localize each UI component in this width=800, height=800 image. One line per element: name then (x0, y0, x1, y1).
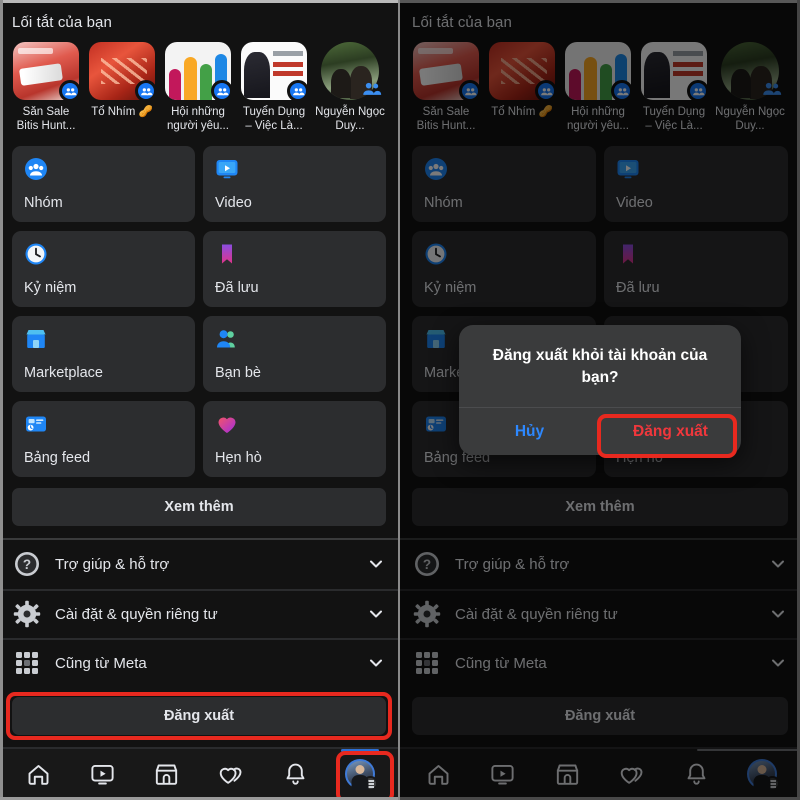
shortcut-item[interactable]: Tổ Nhím 🥜 (88, 42, 157, 134)
dialog-cancel-button[interactable]: Hủy (459, 408, 600, 455)
nav-home[interactable] (13, 751, 63, 797)
svg-text:?: ? (23, 557, 31, 572)
tile-label: Bạn bè (215, 364, 261, 381)
tile-label: Bảng feed (24, 449, 91, 466)
tile-nhom[interactable]: Nhóm (12, 145, 195, 222)
accordion-item-settings[interactable]: Cài đặt & quyền riêng tư (0, 588, 398, 638)
chevron-down-icon[interactable] (368, 655, 384, 671)
tile-label: Kỷ niệm (24, 279, 77, 296)
friends-icon (215, 327, 239, 351)
nav-profile[interactable] (335, 749, 385, 797)
profile-menu-chip-icon (362, 776, 378, 792)
accordion-section: ? Trợ giúp & hỗ trợ Cài đặt & quyền riên… (0, 539, 398, 687)
see-more-button[interactable]: Xem thêm (12, 487, 386, 526)
tile-ban-be[interactable]: Bạn bè (203, 315, 386, 392)
tile-label: Đã lưu (215, 279, 259, 296)
shortcut-item[interactable]: Săn Sale Bitis Hunt... (12, 42, 81, 134)
tile-marketplace[interactable]: Marketplace (12, 315, 195, 392)
tile-da-luu[interactable]: Đã lưu (203, 230, 386, 307)
tile-label: Nhóm (24, 194, 63, 211)
profile-avatar-icon[interactable] (344, 759, 378, 792)
marketplace-storefront-icon (24, 327, 48, 351)
dual-screenshot-stage: Lối tắt của bạn Săn Sale Bitis Hunt... T… (0, 0, 800, 800)
nav-notifications[interactable] (270, 751, 320, 797)
tile-label: Video (215, 194, 252, 211)
video-icon (215, 157, 239, 181)
see-more-wrap: Xem thêm (0, 477, 398, 538)
shortcut-thumb-wrap (165, 42, 233, 102)
shortcut-thumb-wrap (241, 42, 309, 102)
group-badge-icon (287, 80, 309, 102)
accordion-item-help[interactable]: ? Trợ giúp & hỗ trợ (0, 540, 398, 589)
logout-button[interactable]: Đăng xuất (12, 696, 386, 735)
tile-video[interactable]: Video (203, 145, 386, 222)
chevron-down-icon[interactable] (368, 556, 384, 572)
group-badge-icon (361, 78, 383, 100)
groups-icon (24, 157, 48, 181)
bottom-navigation-bar (0, 746, 398, 800)
tile-label: Marketplace (24, 364, 103, 381)
settings-gear-icon (12, 599, 42, 629)
accordion-label: Trợ giúp & hỗ trợ (55, 555, 170, 573)
left-phone-screen: Lối tắt của bạn Săn Sale Bitis Hunt... T… (0, 0, 400, 800)
shortcut-label: Săn Sale Bitis Hunt... (16, 106, 76, 133)
logout-wrap: Đăng xuất (0, 687, 398, 747)
accordion-label: Cài đặt & quyền riêng tư (55, 605, 218, 623)
screen-top-edge (0, 0, 398, 3)
menu-tiles-grid: Nhóm Video Kỷ niệm (0, 142, 398, 477)
shortcuts-title: Lối tắt của bạn (12, 14, 112, 31)
tile-ky-niem[interactable]: Kỷ niệm (12, 230, 195, 307)
shortcut-item[interactable]: Hội những người yêu... (164, 42, 233, 134)
feeds-icon (24, 412, 48, 436)
dialog-confirm-highlight (597, 414, 737, 458)
active-tab-indicator (340, 749, 379, 753)
group-badge-icon (135, 80, 157, 102)
memories-clock-icon (24, 242, 48, 266)
shortcut-label: Tuyển Dụng – Việc Là... (242, 106, 306, 133)
shortcut-label: Hội những người yêu... (167, 106, 229, 133)
group-badge-icon (59, 80, 81, 102)
accordion-item-meta[interactable]: Cũng từ Meta (0, 637, 398, 687)
shortcut-label: Tổ Nhím 🥜 (91, 106, 153, 118)
shortcut-thumb-wrap (317, 42, 383, 100)
right-phone-screen: Lối tắt của bạn Săn Sale Bitis Hunt... (400, 0, 800, 800)
dialog-title: Đăng xuất khỏi tài khoản của bạn? (492, 347, 708, 386)
shortcut-thumb-wrap (89, 42, 157, 102)
nav-marketplace[interactable] (142, 751, 192, 797)
screen-left-edge (0, 0, 3, 800)
help-question-icon: ? (12, 549, 42, 579)
tile-bang-feed[interactable]: Bảng feed (12, 400, 195, 477)
shortcut-item[interactable]: Nguyễn Ngọc Duy... (315, 42, 385, 134)
tile-hen-ho[interactable]: Hẹn hò (203, 400, 386, 477)
accordion-label: Cũng từ Meta (55, 654, 147, 672)
shortcut-label: Nguyễn Ngọc Duy... (315, 106, 385, 133)
chevron-down-icon[interactable] (368, 606, 384, 622)
shortcuts-section: Lối tắt của bạn Săn Sale Bitis Hunt... (0, 0, 398, 142)
group-badge-icon (211, 80, 233, 102)
saved-bookmark-icon (215, 242, 239, 266)
meta-apps-grid-icon (12, 648, 42, 678)
shortcuts-row: Săn Sale Bitis Hunt... Tổ Nhím 🥜 (12, 42, 386, 134)
nav-video[interactable] (77, 751, 127, 797)
tile-label: Hẹn hò (215, 449, 262, 466)
nav-dating[interactable] (206, 751, 256, 797)
shortcut-item[interactable]: Tuyển Dụng – Việc Là... (240, 42, 309, 134)
shortcut-thumb-wrap (13, 42, 81, 102)
dating-heart-icon (215, 412, 239, 436)
